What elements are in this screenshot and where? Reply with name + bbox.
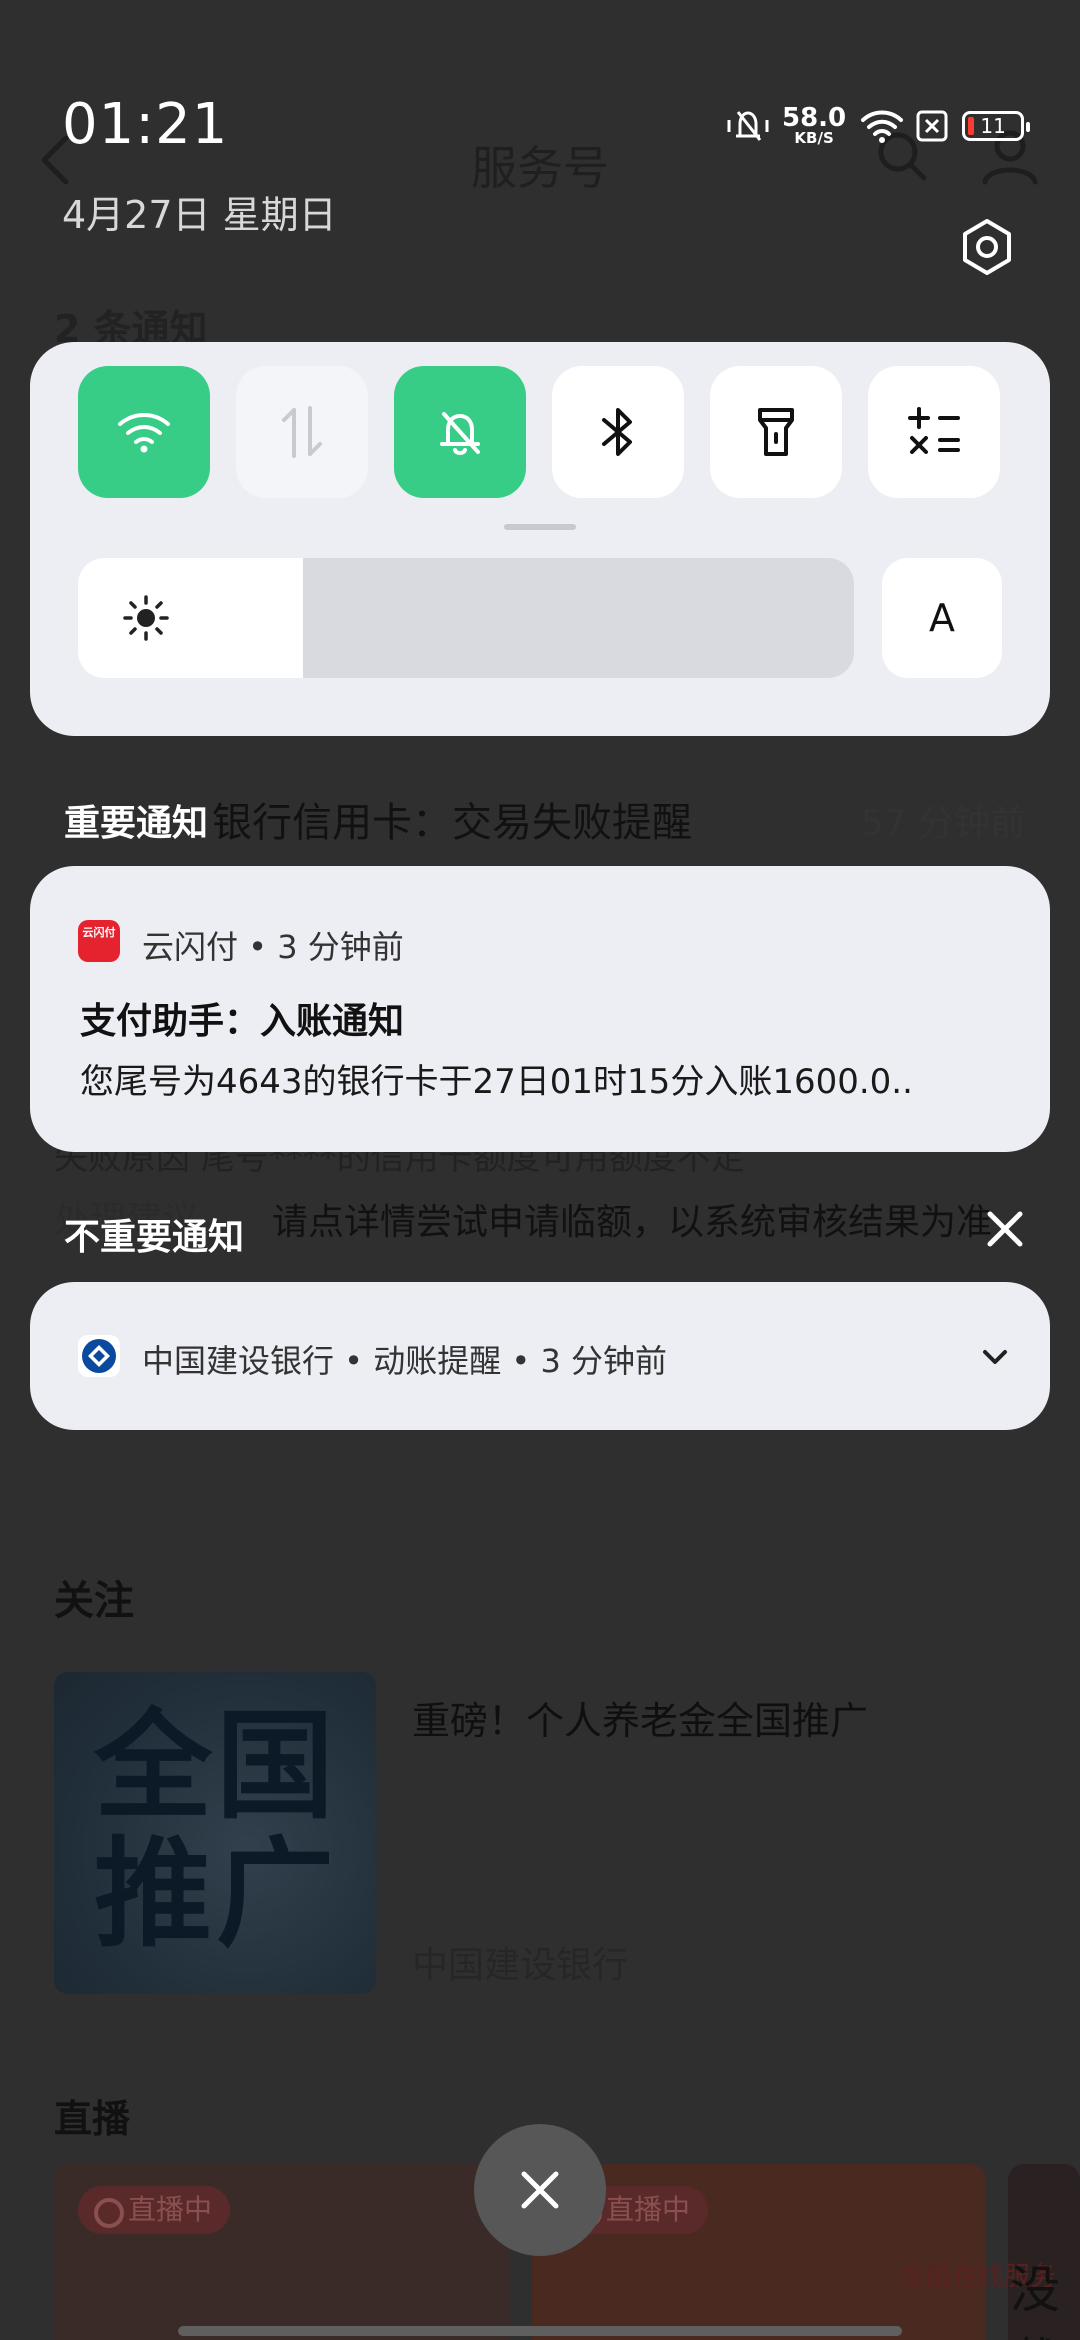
clear-unimportant-close-icon[interactable] xyxy=(982,1206,1028,1252)
settings-gear-icon[interactable] xyxy=(958,218,1016,276)
status-icons: 58.0 KB/S 11 xyxy=(724,103,1031,148)
article-title: 重磅！个人养老金全国推广 xyxy=(412,1699,869,1743)
no-sim-icon xyxy=(916,110,948,142)
chevron-down-icon[interactable] xyxy=(978,1340,1012,1374)
notification-card-ccb[interactable]: 中国建设银行 • 动账提醒 • 3 分钟前 xyxy=(30,1282,1050,1430)
bluetooth-icon xyxy=(602,408,632,456)
auto-brightness-button[interactable]: A xyxy=(882,558,1002,678)
mobile-data-toggle[interactable] xyxy=(236,366,368,498)
wifi-toggle[interactable] xyxy=(78,366,210,498)
dismiss-shade-button[interactable] xyxy=(474,2124,606,2256)
live-badge: 直播中 xyxy=(78,2186,231,2234)
mobile-data-icon xyxy=(282,406,322,458)
auto-brightness-label: A xyxy=(929,596,955,640)
flashlight-icon xyxy=(758,408,794,456)
panel-drag-handle[interactable] xyxy=(504,524,576,530)
home-indicator xyxy=(178,2326,902,2336)
unionpay-app-icon: 云闪付 xyxy=(78,920,120,962)
bell-off-icon xyxy=(440,412,480,455)
network-speed: 58.0 KB/S xyxy=(782,103,847,147)
battery-indicator: 11 xyxy=(962,111,1031,141)
notice-time: 57 分钟前 xyxy=(860,803,1026,844)
suggest-text: 请点详情尝试申请临额，以系统审核结果为准 xyxy=(272,1202,993,1243)
notification-body: 您尾号为4643的银行卡于27日01时15分入账1600.0.. xyxy=(80,1062,913,1102)
flashlight-toggle[interactable] xyxy=(710,366,842,498)
article-source: 中国建设银行 xyxy=(412,1945,629,1986)
network-speed-value: 58.0 xyxy=(782,103,847,133)
notification-meta: 云闪付 • 3 分钟前 xyxy=(142,928,404,966)
notification-card-unionpay[interactable]: 云闪付 云闪付 • 3 分钟前 支付助手：入账通知 您尾号为4643的银行卡于2… xyxy=(30,866,1050,1152)
cover-text: 全国推广 xyxy=(94,1697,339,1963)
brightness-sun-icon xyxy=(123,595,169,641)
follow-heading: 关注 xyxy=(54,1578,134,1624)
calculator-icon xyxy=(908,407,960,454)
clock-date: 4月27日 星期日 xyxy=(62,193,337,237)
bluetooth-toggle[interactable] xyxy=(552,366,684,498)
notification-title: 支付助手：入账通知 xyxy=(80,1001,405,1042)
calculator-toggle[interactable] xyxy=(868,366,1000,498)
unionpay-app-icon-text: 云闪付 xyxy=(82,926,116,939)
ccb-app-icon xyxy=(78,1335,120,1377)
wifi-status-icon xyxy=(861,110,904,143)
quick-settings-panel: A xyxy=(30,342,1050,736)
battery-level: 11 xyxy=(980,114,1006,138)
live-heading: 直播 xyxy=(54,2097,131,2141)
important-notifications-label: 重要通知 xyxy=(64,803,209,844)
brightness-fill xyxy=(78,558,304,678)
brightness-slider[interactable] xyxy=(78,558,854,678)
wifi-icon xyxy=(118,413,170,453)
silent-toggle[interactable] xyxy=(394,366,526,498)
close-icon xyxy=(521,2171,559,2209)
unimportant-notifications-label: 不重要通知 xyxy=(64,1217,245,1258)
live-brand-text: 没戴 xyxy=(1010,2261,1060,2340)
live-card: 直播中 xyxy=(54,2164,510,2340)
clock-time: 01:21 xyxy=(62,92,229,157)
notification-meta: 中国建设银行 • 动账提醒 • 3 分钟前 xyxy=(142,1342,667,1380)
network-speed-unit: KB/S xyxy=(794,129,834,147)
vibrate-bell-off-icon xyxy=(727,111,769,141)
notice-title: 银行信用卡：交易失败提醒 xyxy=(212,800,692,846)
article-cover-image: 全国推广 xyxy=(54,1672,376,1994)
